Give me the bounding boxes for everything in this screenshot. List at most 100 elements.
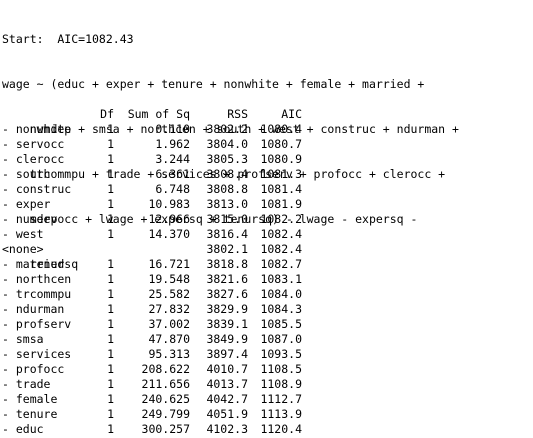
aic-cell: 1082.7 [260,257,302,271]
term-cell: - exper [2,197,51,211]
aic-cell: 1080.4 [260,122,302,136]
term-cell: - numdep [2,212,58,226]
rss-cell: 3802.2 [206,122,248,136]
rss-cell: 3802.1 [206,242,248,256]
sum-of-sq-cell: 6.361 [155,167,190,181]
table-row: - nonwhite 1 0.110 3802.2 1080.4 [2,122,302,137]
rss-cell: 3849.9 [206,332,248,346]
column-header-rss: RSS [227,107,248,121]
term-cell: - northcen [2,272,72,286]
term-cell: <none> [2,242,44,256]
rss-cell: 3804.0 [206,137,248,151]
table-header-row: Df Sum of Sq RSS AIC [2,107,302,122]
column-header-df: Df [100,107,114,121]
rss-cell: 3829.9 [206,302,248,316]
column-header-sum-of-sq: Sum of Sq [127,107,190,121]
rss-cell: 3808.8 [206,182,248,196]
df-cell: 1 [107,302,114,316]
rss-cell: 4010.7 [206,362,248,376]
df-cell: 1 [107,152,114,166]
sum-of-sq-cell: 37.002 [148,317,190,331]
sum-of-sq-cell: 300.257 [141,422,190,436]
table-row: - ndurman 1 27.832 3829.9 1084.3 [2,302,302,317]
aic-cell: 1120.4 [260,422,302,436]
table-row: - clerocc 1 3.244 3805.3 1080.9 [2,152,302,167]
table-row: - smsa 1 47.870 3849.9 1087.0 [2,332,302,347]
df-cell [86,242,114,257]
column-header-aic: AIC [281,107,302,121]
table-row: - northcen 1 19.548 3821.6 1083.1 [2,272,302,287]
aic-cell: 1081.9 [260,197,302,211]
df-cell: 1 [107,182,114,196]
sum-of-sq-cell [114,242,190,257]
table-row: - exper 1 10.983 3813.0 1081.9 [2,197,302,212]
rss-cell: 4051.9 [206,407,248,421]
table-row: - trade 1 211.656 4013.7 1108.9 [2,377,302,392]
aic-cell: 1082.2 [260,212,302,226]
table-row: - west 1 14.370 3816.4 1082.4 [2,227,302,242]
table-row: - educ 1 300.257 4102.3 1120.4 [2,422,302,437]
aic-cell: 1084.0 [260,287,302,301]
aic-cell: 1087.0 [260,332,302,346]
term-cell: - trade [2,377,51,391]
term-cell: - educ [2,422,44,436]
aic-cell: 1082.4 [260,242,302,256]
term-cell: - west [2,227,44,241]
table-row: - south 1 6.361 3808.4 1081.3 [2,167,302,182]
sum-of-sq-cell: 6.748 [155,182,190,196]
sum-of-sq-cell: 47.870 [148,332,190,346]
df-cell: 1 [107,362,114,376]
term-cell: - ndurman [2,302,65,316]
df-cell: 1 [107,392,114,406]
df-cell: 1 [107,317,114,331]
rss-cell: 4102.3 [206,422,248,436]
term-cell: - nonwhite [2,122,72,136]
df-cell: 1 [107,227,114,241]
rss-cell: 3805.3 [206,152,248,166]
term-cell: - married [2,257,65,271]
aic-cell: 1083.1 [260,272,302,286]
rss-cell: 3821.6 [206,272,248,286]
table-row: - female 1 240.625 4042.7 1112.7 [2,392,302,407]
sum-of-sq-cell: 95.313 [148,347,190,361]
aic-cell: 1082.4 [260,227,302,241]
sum-of-sq-cell: 19.548 [148,272,190,286]
rss-cell: 3808.4 [206,167,248,181]
rss-cell: 3816.4 [206,227,248,241]
rss-cell: 4013.7 [206,377,248,391]
rss-cell: 4042.7 [206,392,248,406]
sum-of-sq-cell: 12.966 [148,212,190,226]
term-cell: - tenure [2,407,58,421]
sum-of-sq-cell: 14.370 [148,227,190,241]
df-cell: 1 [107,287,114,301]
df-cell: 1 [107,407,114,421]
df-cell: 1 [107,137,114,151]
df-cell: 1 [107,332,114,346]
table-row: - services 1 95.313 3897.4 1093.5 [2,347,302,362]
table-row: - married 1 16.721 3818.8 1082.7 [2,257,302,272]
sum-of-sq-cell: 16.721 [148,257,190,271]
term-cell: - servocc [2,137,65,151]
aic-cell: 1081.3 [260,167,302,181]
table-row: <none> 3802.1 1082.4 [2,242,302,257]
table-row: - construc 1 6.748 3808.8 1081.4 [2,182,302,197]
aic-cell: 1085.5 [260,317,302,331]
aic-cell: 1081.4 [260,182,302,196]
rss-cell: 3813.0 [206,197,248,211]
term-cell: - clerocc [2,152,65,166]
sum-of-sq-cell: 0.110 [155,122,190,136]
aic-cell: 1112.7 [260,392,302,406]
rss-cell: 3827.6 [206,287,248,301]
df-cell: 1 [107,272,114,286]
sum-of-sq-cell: 27.832 [148,302,190,316]
sum-of-sq-cell: 3.244 [155,152,190,166]
aic-cell: 1093.5 [260,347,302,361]
table-row: - tenure 1 249.799 4051.9 1113.9 [2,407,302,422]
sum-of-sq-cell: 25.582 [148,287,190,301]
sum-of-sq-cell: 1.962 [155,137,190,151]
term-cell: - trcommpu [2,287,72,301]
table-row: - profserv 1 37.002 3839.1 1085.5 [2,317,302,332]
df-cell: 1 [107,167,114,181]
term-cell: - services [2,347,72,361]
sum-of-sq-cell: 249.799 [141,407,190,421]
